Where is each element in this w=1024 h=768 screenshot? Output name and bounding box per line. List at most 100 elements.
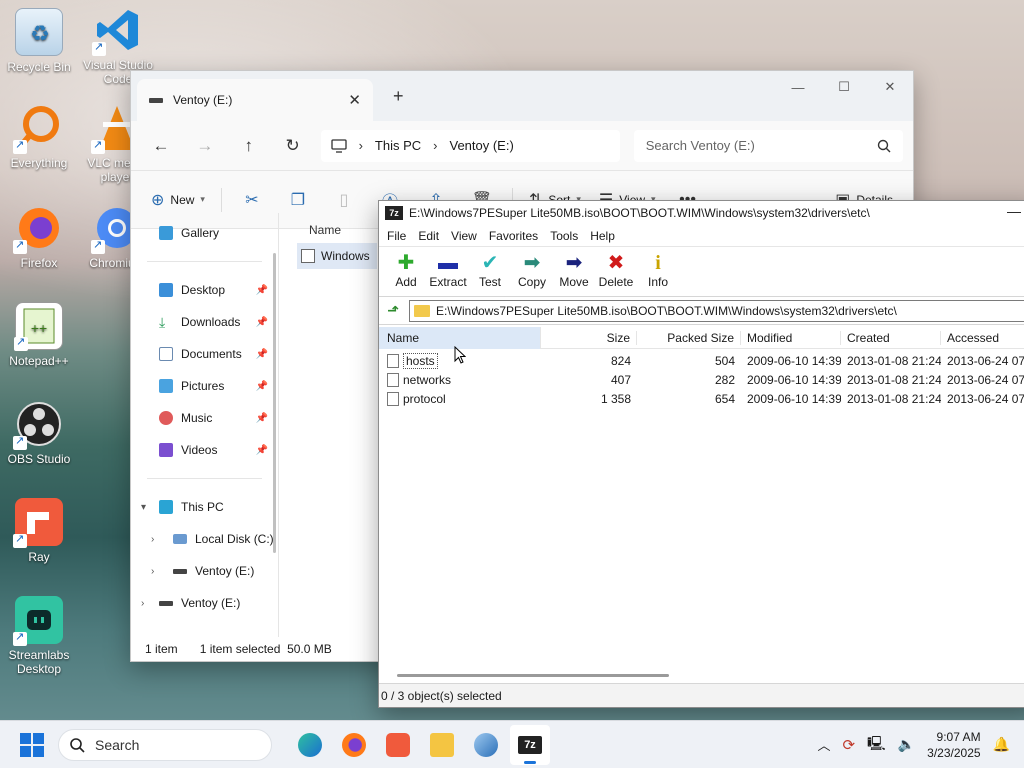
taskbar-firefox[interactable] <box>334 725 374 765</box>
chevron-down-icon[interactable]: ▾ <box>141 502 146 513</box>
info-button[interactable]: i Info <box>637 247 679 297</box>
file-accessed: 2013-06-24 07:0 <box>947 353 1024 368</box>
taskbar-ray[interactable] <box>378 725 418 765</box>
sidebar-item-this-pc[interactable]: ▾ This PC <box>131 491 278 523</box>
sidebar-item-videos[interactable]: Videos 📌 <box>131 434 278 466</box>
maximize-button[interactable]: ☐ <box>821 71 867 103</box>
sidebar-item-ventoy-root[interactable]: › Ventoy (E:) <box>131 587 278 619</box>
explorer-nav-bar: ← → ↑ ↻ › This PC › Ventoy (E:) Search V… <box>131 121 913 171</box>
back-button[interactable]: ← <box>141 130 181 162</box>
copy-button[interactable]: ❐ <box>278 184 318 216</box>
sidebar-item-ventoy[interactable]: › Ventoy (E:) <box>131 555 278 587</box>
sevenzip-title-bar[interactable]: 7z E:\Windows7PESuper Lite50MB.iso\BOOT\… <box>379 201 1024 225</box>
file-size: 407 <box>610 372 631 387</box>
delete-x-icon: ✖ <box>607 252 625 274</box>
file-row-networks[interactable]: networks 407 282 2009-06-10 14:39 2013-0… <box>379 370 1024 389</box>
taskbar-search-label: Search <box>95 736 140 753</box>
minimize-button[interactable]: — <box>1007 203 1021 219</box>
taskbar-edge[interactable] <box>290 725 330 765</box>
sidebar-item-desktop[interactable]: Desktop 📌 <box>131 274 278 306</box>
desktop-icon-streamlabs[interactable]: Streamlabs Desktop <box>2 596 76 676</box>
up-button[interactable]: ↑ <box>229 130 269 162</box>
column-header-size[interactable]: Size <box>541 330 637 345</box>
column-header-accessed[interactable]: Accessed <box>941 331 1024 345</box>
chevron-right-icon[interactable]: › <box>151 566 154 577</box>
notification-bell-icon[interactable]: 🔔 <box>993 736 1010 753</box>
close-tab-icon[interactable]: ✕ <box>348 91 361 109</box>
copy-button[interactable]: ➡ Copy <box>511 247 553 297</box>
scrollbar[interactable] <box>273 253 276 553</box>
file-item[interactable]: Windows <box>297 243 377 269</box>
desktop-folder-icon <box>159 283 173 297</box>
sidebar-item-downloads[interactable]: ⤓ Downloads 📌 <box>131 306 278 338</box>
sidebar-item-documents[interactable]: Documents 📌 <box>131 338 278 370</box>
selection-status: 0 / 3 object(s) selected <box>381 688 502 703</box>
taskbar-7zip[interactable]: 7z <box>510 724 550 765</box>
new-button[interactable]: ⊕ New ▾ <box>145 184 211 216</box>
desktop-icon-recycle-bin[interactable]: ♻ Recycle Bin <box>2 8 76 74</box>
file-icon <box>387 391 399 406</box>
sidebar-item-gallery[interactable]: Gallery <box>131 217 278 249</box>
path-input[interactable]: E:\Windows7PESuper Lite50MB.iso\BOOT\BOO… <box>409 299 1024 322</box>
breadcrumb-ventoy[interactable]: Ventoy (E:) <box>449 138 513 153</box>
column-header-name[interactable]: Name <box>309 223 341 237</box>
menu-tools[interactable]: Tools <box>544 229 584 243</box>
search-input[interactable]: Search Ventoy (E:) <box>633 129 904 162</box>
column-header-created[interactable]: Created <box>841 330 941 345</box>
forward-button[interactable]: → <box>185 130 225 162</box>
edge-icon <box>298 732 322 757</box>
close-window-button[interactable]: ✕ <box>867 71 913 103</box>
taskbar-search[interactable]: Search <box>58 728 272 761</box>
taskbar-app[interactable] <box>466 725 506 765</box>
desktop-icon-notepadpp[interactable]: ++ Notepad++ <box>2 302 76 368</box>
extract-button[interactable]: ▬ Extract <box>427 247 469 297</box>
menu-favorites[interactable]: Favorites <box>483 229 544 243</box>
paste-button[interactable]: ▯ <box>324 184 364 216</box>
minimize-button[interactable]: — <box>775 71 821 103</box>
drive-icon <box>159 600 173 606</box>
new-tab-button[interactable]: + <box>393 86 404 107</box>
menu-file[interactable]: File <box>381 229 412 243</box>
desktop-icon-ray[interactable]: Ray <box>2 498 76 564</box>
taskbar-file-explorer[interactable] <box>422 725 462 765</box>
sync-icon[interactable]: ⟳ <box>842 736 855 754</box>
cut-button[interactable]: ✂ <box>232 184 272 216</box>
horizontal-scrollbar[interactable] <box>397 674 669 677</box>
column-header-modified[interactable]: Modified <box>741 330 841 345</box>
file-row-protocol[interactable]: protocol 1 358 654 2009-06-10 14:39 2013… <box>379 389 1024 408</box>
menu-view[interactable]: View <box>445 229 483 243</box>
clock[interactable]: 9:07 AM 3/23/2025 <box>927 729 980 761</box>
sidebar-item-pictures[interactable]: Pictures 📌 <box>131 370 278 402</box>
network-icon[interactable]: 🖳 <box>867 733 886 757</box>
divider <box>147 261 262 262</box>
test-button[interactable]: ✔ Test <box>469 247 511 297</box>
sidebar-item-music[interactable]: Music 📌 <box>131 402 278 434</box>
chevron-right-icon[interactable]: › <box>151 534 154 545</box>
column-header-packed-size[interactable]: Packed Size <box>637 330 741 345</box>
delete-button[interactable]: ✖ Delete <box>595 247 637 297</box>
up-folder-icon[interactable]: ⬏ <box>383 301 403 321</box>
sidebar-item-local-disk[interactable]: › Local Disk (C:) <box>131 523 278 555</box>
copy-label: Copy <box>517 275 546 289</box>
file-row-hosts[interactable]: hosts 824 504 2009-06-10 14:39 2013-01-0… <box>379 351 1024 370</box>
item-count: 1 item <box>145 642 178 656</box>
file-modified: 2009-06-10 14:39 <box>747 391 841 406</box>
refresh-button[interactable]: ↻ <box>273 130 313 162</box>
path-text: E:\Windows7PESuper Lite50MB.iso\BOOT\BOO… <box>436 303 897 318</box>
menu-help[interactable]: Help <box>584 229 621 243</box>
svg-text:♻: ♻ <box>30 21 50 46</box>
sidebar-item-label: Music <box>181 411 213 425</box>
explorer-tab[interactable]: Ventoy (E:) ✕ <box>137 79 373 121</box>
chevron-up-icon[interactable]: ︿ <box>817 735 830 754</box>
desktop-icon-firefox[interactable]: Firefox <box>2 204 76 270</box>
breadcrumb-this-pc[interactable]: This PC <box>375 138 421 153</box>
address-bar[interactable]: › This PC › Ventoy (E:) <box>320 129 620 162</box>
add-button[interactable]: ✚ Add <box>385 247 427 297</box>
desktop-icon-obs[interactable]: OBS Studio <box>2 400 76 466</box>
desktop-icon-everything[interactable]: Everything <box>2 104 76 170</box>
start-button[interactable] <box>20 732 44 757</box>
menu-edit[interactable]: Edit <box>412 229 445 243</box>
chevron-right-icon[interactable]: › <box>141 598 144 609</box>
move-button[interactable]: ➡ Move <box>553 247 595 297</box>
volume-icon[interactable]: 🔈 <box>898 736 915 753</box>
